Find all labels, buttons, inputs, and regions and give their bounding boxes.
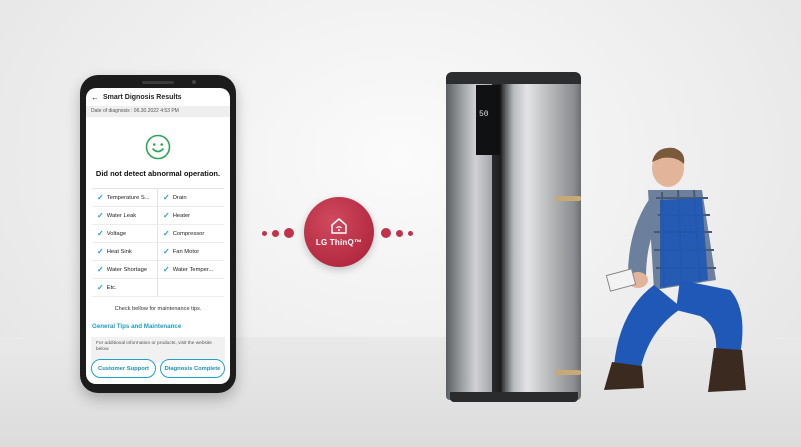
dot — [396, 229, 403, 237]
check-list: ✓ Temperature S... ✓ Drain ✓ Water Leak ✓ He… — [92, 188, 224, 297]
app-screen: ← Smart Dignosis Results Date of diagnos… — [86, 88, 230, 384]
heater-display: 50 — [479, 110, 489, 119]
check-item: ✓ Water Temper... — [158, 261, 224, 279]
check-item: ✓ Voltage — [92, 225, 158, 243]
check-icon: ✓ — [97, 247, 104, 256]
dot — [284, 228, 294, 238]
smartphone: ← Smart Dignosis Results Date of diagnos… — [80, 75, 236, 393]
dot — [381, 228, 391, 238]
check-icon: ✓ — [163, 229, 170, 238]
check-icon: ✓ — [97, 211, 104, 220]
check-item: ✓ Heater — [158, 207, 224, 225]
check-item: ✓ Temperature S... — [92, 189, 158, 207]
status-message: Did not detect abnormal operation. — [95, 169, 221, 178]
connection-dots-left — [262, 228, 294, 238]
check-item: ✓ Heat Sink — [92, 243, 158, 261]
check-icon: ✓ — [163, 265, 170, 274]
page-title: Smart Dignosis Results — [103, 93, 182, 101]
dot — [272, 229, 279, 237]
check-icon: ✓ — [97, 283, 104, 292]
check-item: ✓ Fan Motor — [158, 243, 224, 261]
technician-figure — [604, 147, 746, 392]
water-heater-base — [450, 392, 578, 402]
check-icon: ✓ — [163, 193, 170, 202]
customer-support-button[interactable]: Customer Support — [91, 359, 156, 378]
check-item-empty — [158, 279, 224, 297]
check-item: ✓ Water Shortage — [92, 261, 158, 279]
connection-dots-right — [381, 228, 413, 238]
dot — [262, 230, 267, 236]
phone-speaker — [142, 81, 174, 84]
check-icon: ✓ — [163, 247, 170, 256]
pipe-fitting — [555, 370, 581, 375]
diagnosis-date: Date of diagnosis : 06.30.2022 4:53 PM — [86, 106, 230, 117]
heater-control-panel — [476, 85, 500, 155]
back-arrow-icon[interactable]: ← — [91, 93, 99, 102]
maintenance-note: Check bellow for maintenance tips. — [114, 306, 202, 312]
check-item: ✓ Compressor — [158, 225, 224, 243]
tips-section-link[interactable]: General Tips and Maintenance — [92, 323, 230, 330]
water-heater — [446, 75, 581, 400]
check-item: ✓ Water Leak — [92, 207, 158, 225]
check-item: ✓ Etc. — [92, 279, 158, 297]
phone-camera — [192, 80, 196, 84]
dot — [408, 230, 413, 236]
check-item: ✓ Drain — [158, 189, 224, 207]
action-buttons: Customer Support Diagnosis Complete — [91, 359, 225, 378]
smiley-icon — [86, 134, 230, 160]
home-icon — [331, 218, 347, 234]
check-icon: ✓ — [97, 229, 104, 238]
pipe-fitting — [555, 196, 581, 201]
app-header: ← Smart Dignosis Results — [86, 88, 230, 106]
water-heater-top — [446, 72, 581, 84]
logo-text: LG ThinQ™ — [315, 238, 363, 247]
check-icon: ✓ — [163, 211, 170, 220]
diagnosis-complete-button[interactable]: Diagnosis Complete — [160, 359, 225, 378]
check-icon: ✓ — [97, 193, 104, 202]
check-icon: ✓ — [97, 265, 104, 274]
lg-thinq-logo: LG ThinQ™ — [304, 197, 374, 267]
